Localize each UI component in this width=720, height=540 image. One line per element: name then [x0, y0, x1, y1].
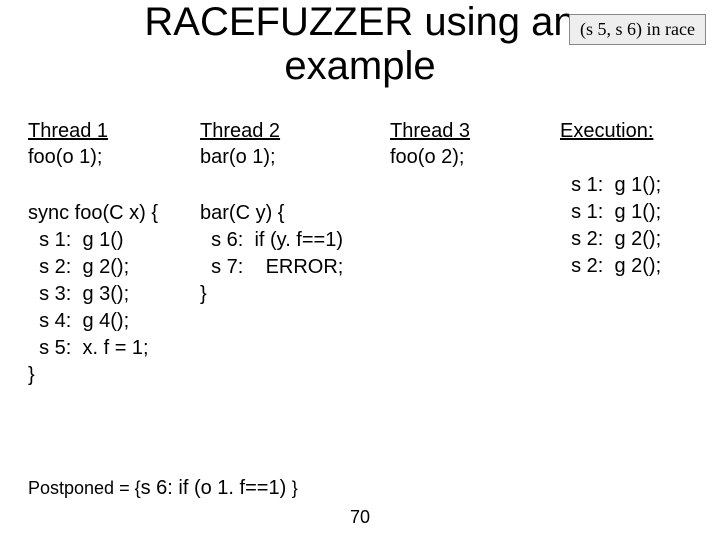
race-badge: (s 5, s 6) in race: [569, 14, 706, 45]
execution-code-block: s 1: g 1(); s 1: g 1(); s 2: g 2(); s 2:…: [560, 172, 661, 280]
thread1-header: Thread 1: [28, 118, 198, 144]
execution-column: Execution:: [560, 118, 710, 144]
bar-code-block: bar(C y) { s 6: if (y. f==1) s 7: ERROR;…: [200, 200, 343, 308]
thread3-call: foo(o 2);: [390, 144, 530, 170]
thread2-column: Thread 2 bar(o 1);: [200, 118, 370, 170]
thread2-call: bar(o 1);: [200, 144, 370, 170]
execution-header: Execution:: [560, 118, 710, 144]
thread3-header: Thread 3: [390, 118, 530, 144]
slide: RACEFUZZER using an example (s 5, s 6) i…: [0, 0, 720, 540]
thread1-column: Thread 1 foo(o 1);: [28, 118, 198, 170]
title-line-2: example: [284, 44, 435, 88]
postponed-close: }: [292, 478, 298, 498]
thread2-header: Thread 2: [200, 118, 370, 144]
postponed-label: Postponed = {: [28, 478, 141, 498]
postponed-set: Postponed = {s 6: if (o 1. f==1) }: [28, 477, 298, 500]
page-number: 70: [0, 507, 720, 528]
title-line-1: RACEFUZZER using an: [144, 0, 575, 44]
thread1-call: foo(o 1);: [28, 144, 198, 170]
foo-code-block: sync foo(C x) { s 1: g 1() s 2: g 2(); s…: [28, 200, 158, 389]
thread3-column: Thread 3 foo(o 2);: [390, 118, 530, 170]
postponed-body: s 6: if (o 1. f==1): [141, 477, 292, 499]
